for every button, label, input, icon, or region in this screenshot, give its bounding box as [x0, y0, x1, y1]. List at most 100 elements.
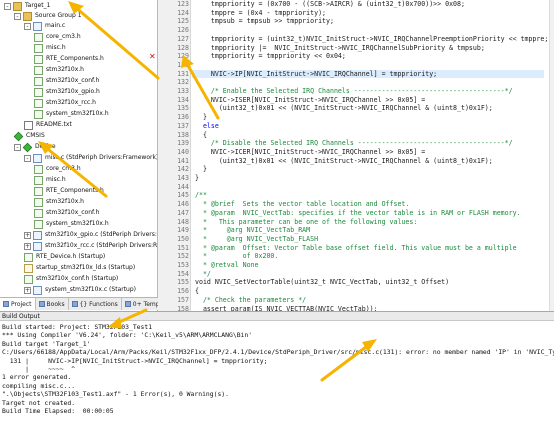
header-file-icon [34, 87, 43, 97]
line-number: 152 [177, 252, 189, 261]
line-number: 151 [177, 243, 189, 252]
expand-toggle-icon[interactable]: - [24, 154, 31, 162]
line-number: 123 [177, 0, 189, 8]
code-line[interactable]: tmppre = (0x4 - tmppriority); [195, 9, 326, 18]
header-file-icon [34, 164, 43, 174]
expand-toggle-icon[interactable]: - [24, 22, 31, 30]
header-file-icon [34, 197, 43, 207]
expand-toggle-icon[interactable]: + [24, 286, 31, 294]
code-line[interactable]: tmppriority = (uint32_t)NVIC_InitStruct-… [195, 35, 548, 44]
code-line[interactable]: } [195, 174, 199, 183]
tree-item-label: system_stm32f10x.c (Startup) [45, 286, 137, 293]
code-line[interactable]: { [195, 287, 199, 296]
build-output-line: Target not created. [2, 398, 76, 407]
expand-toggle-icon[interactable]: - [4, 2, 11, 10]
code-line[interactable]: /* Check the parameters */ [195, 296, 306, 305]
code-line[interactable]: * @retval None [195, 261, 259, 270]
line-number: 150 [177, 234, 189, 243]
code-line[interactable]: */ [195, 270, 211, 279]
build-output-line: 1 error generated. [2, 373, 72, 382]
line-number: 153 [177, 261, 189, 269]
panel-tab[interactable]: {} Functions [69, 298, 122, 310]
expand-toggle-icon[interactable]: + [24, 231, 31, 239]
component-icon [13, 131, 24, 141]
line-number: 129 [177, 52, 189, 61]
error-marker-icon: ✕ [149, 52, 156, 61]
code-line[interactable]: * @param NVIC_VectTab: specifies if the … [195, 209, 521, 218]
code-line[interactable]: * @brief Sets the vector table location … [195, 200, 409, 209]
header-file-icon [34, 32, 43, 42]
code-line[interactable]: { [195, 131, 207, 140]
code-line[interactable]: * @param Offset: Vector Table base offse… [195, 244, 517, 253]
code-line[interactable]: /* Enable the Selected IRQ Channels ----… [195, 87, 513, 96]
build-output-line: ".\Objects\STM32F103_Test1.axf" - 1 Erro… [2, 390, 230, 399]
line-number: 144 [177, 182, 189, 191]
line-number: 132 [177, 78, 189, 87]
tab-label: {} Functions [79, 300, 118, 308]
code-line[interactable]: * This parameter can be one of the follo… [195, 218, 417, 227]
panel-tab[interactable]: Books [36, 298, 69, 310]
code-line[interactable]: * of 0x200. [195, 252, 278, 261]
code-line[interactable]: void NVIC_SetVectorTable(uint32_t NVIC_V… [195, 278, 449, 287]
line-number: 128 [177, 43, 189, 52]
header-file-icon [34, 186, 43, 196]
tab-label: Books [46, 300, 65, 308]
code-line[interactable]: tmppriority = (0x700 - ((SCB->AIRCR) & (… [195, 0, 465, 9]
build-output-line: *** Using Compiler 'V6.24', folder: 'C:\… [2, 331, 253, 340]
c-file-icon [33, 285, 42, 295]
tree-item[interactable]: + system_stm32f10x.c (Startup) [24, 284, 136, 296]
tab-icon [124, 301, 131, 307]
build-output-title: Build Output [0, 312, 554, 321]
build-output-line: Build target 'Target_1' [2, 339, 91, 348]
line-number: 145 [177, 191, 189, 200]
code-line[interactable]: /** [195, 191, 207, 200]
code-line[interactable]: else [195, 122, 219, 131]
build-output-line: C:/Users/66188/AppData/Local/Arm/Packs/K… [2, 348, 554, 357]
asm-file-icon [24, 263, 33, 273]
header-file-icon [34, 208, 43, 218]
expand-toggle-icon[interactable]: - [14, 12, 21, 20]
line-number: 156 [177, 287, 189, 296]
tab-icon [38, 301, 45, 307]
line-number: 142 [177, 165, 189, 174]
code-line[interactable]: NVIC->ICER[NVIC_InitStruct->NVIC_IRQChan… [195, 148, 425, 157]
header-file-icon [34, 43, 43, 53]
panel-tab[interactable]: Project [0, 298, 36, 310]
line-number: 125 [177, 17, 189, 26]
header-file-icon [34, 76, 43, 86]
code-line[interactable]: NVIC->ISER[NVIC_InitStruct->NVIC_IRQChan… [195, 96, 425, 105]
line-number: 130 [177, 60, 189, 69]
code-line[interactable]: tmppriority = tmppriority << 0x04; [195, 52, 346, 61]
expand-toggle-icon[interactable]: + [24, 242, 31, 250]
component-icon [22, 142, 33, 152]
code-line[interactable]: } [195, 165, 207, 174]
editor-scrollbar[interactable] [549, 0, 554, 311]
code-line[interactable]: tmpsub = tmpsub >> tmppriority; [195, 17, 334, 26]
code-line[interactable]: tmppriority |= NVIC_InitStruct->NVIC_IRQ… [195, 44, 485, 53]
line-number: 135 [177, 104, 189, 113]
line-number: 154 [177, 269, 189, 278]
header-file-icon [34, 65, 43, 75]
header-file-icon [24, 252, 33, 262]
code-line[interactable]: (uint32_t)0x01 << (NVIC_InitStruct->NVIC… [195, 157, 493, 166]
code-editor[interactable]: 123 124 125 126 127 128 129 130 131 132 133 134 135 1… [158, 0, 554, 311]
header-file-icon [34, 98, 43, 108]
header-file-icon [34, 219, 43, 229]
line-number: 131 [177, 69, 189, 78]
build-output-line: Build Time Elapsed: 00:00:05 [2, 407, 114, 415]
text-file-icon [24, 120, 33, 130]
code-line[interactable]: (uint32_t)0x01 << (NVIC_InitStruct->NVIC… [195, 104, 493, 113]
c-file-icon [33, 230, 42, 240]
code-line[interactable]: * @arg NVIC_VectTab_FLASH [195, 235, 318, 244]
code-line[interactable]: * @arg NVIC_VectTab_RAM [195, 226, 310, 235]
line-number: 134 [177, 95, 189, 104]
code-line[interactable]: } [195, 113, 207, 122]
code-line[interactable]: NVIC->IP[NVIC_InitStruct->NVIC_IRQChanne… [192, 69, 544, 79]
code-line[interactable]: /* Disable the Selected IRQ Channels ---… [195, 139, 513, 148]
line-number: 149 [177, 226, 189, 235]
line-number: 147 [177, 208, 189, 217]
c-file-icon [33, 241, 42, 251]
expand-toggle-icon[interactable]: - [14, 143, 21, 151]
header-file-icon [34, 109, 43, 119]
line-number-gutter: 123 124 125 126 127 128 129 130 131 132 133 134 135 1… [158, 0, 191, 311]
